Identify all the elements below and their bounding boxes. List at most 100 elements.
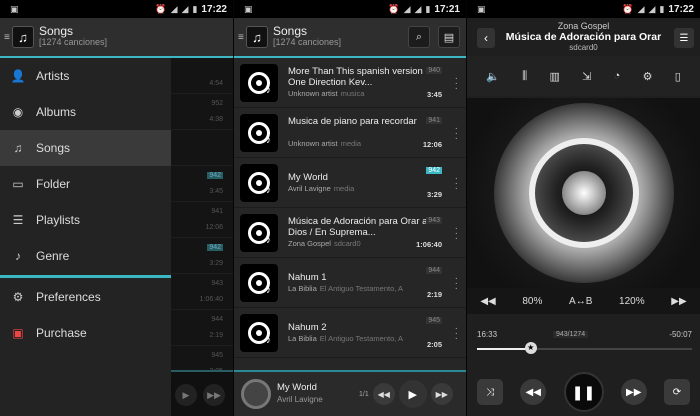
previous-icon: ◀◀ (377, 389, 390, 399)
song-row[interactable]: ♪ Nahum 2 La Biblia El Antiguo Testamento, … (234, 308, 466, 358)
drawer-item-artists[interactable]: 👤 Artists (0, 58, 171, 94)
song-duration: 3:45 (426, 90, 442, 99)
play-button[interactable]: ▶ (398, 380, 427, 408)
song-duration: 2:05 (426, 340, 442, 349)
volume-icon[interactable]: 🔈 (486, 70, 500, 83)
list-view-icon: ▤ (443, 31, 455, 44)
wifi-icon: ◢ (170, 3, 178, 14)
note-icon: ♪ (266, 184, 271, 196)
previous-icon: ◀◀ (525, 386, 541, 398)
pause-button[interactable]: ❚❚ (563, 372, 604, 412)
song-artist: Unknown artist (288, 89, 338, 98)
drawer-item-albums[interactable]: ◉ Albums (0, 94, 171, 130)
next-icon: ▶▶ (626, 386, 642, 398)
shuffle-button[interactable]: ⤨ (477, 379, 503, 405)
playback-options: ◀◀ 80% A↔B 120% ▶▶ (467, 288, 700, 314)
song-title: My World (288, 171, 328, 183)
search-button[interactable]: ⌕ (408, 26, 430, 48)
background-row: 952 4:38 (171, 94, 233, 130)
more-vert-icon[interactable]: · · · (455, 124, 458, 144)
cover-art: ♪ (240, 313, 278, 352)
battery-icon: ▮ (425, 3, 431, 14)
battery-icon: ▮ (192, 3, 198, 14)
back-button[interactable]: ‹ (477, 28, 495, 48)
album-art[interactable] (241, 379, 271, 409)
player-panel: ▣ ⏰ ◢ ◢ ▮ 17:22 ‹ Zona Gospel Música de … (467, 0, 700, 416)
menu-button[interactable]: ☰ (674, 28, 694, 48)
menu-icon: ☰ (679, 32, 689, 44)
mini-title: My World (277, 382, 317, 393)
previous-button[interactable]: ◀◀ (520, 379, 547, 405)
timer-icon[interactable]: ◔ (614, 70, 621, 82)
note-icon: ♪ (266, 84, 271, 96)
more-vert-icon[interactable]: · · · (455, 224, 458, 244)
player-toolbar: 🔈 ⫼ ▥ ⇲ ◔ ⚙ ▯ (467, 56, 700, 96)
equalizer-icon[interactable]: ⫼ (522, 70, 527, 83)
alarm-icon: ⏰ (388, 3, 400, 14)
fast-forward-icon[interactable]: ▶▶ (671, 296, 686, 307)
settings-icon[interactable]: ⚙ (643, 70, 653, 83)
visualizer-icon[interactable]: ▥ (549, 70, 559, 83)
queue-count: 1/1 (359, 390, 369, 398)
background-row: 942 3:45 (171, 166, 233, 202)
signal-icon: ◢ (414, 3, 422, 14)
pause-icon: ❚❚ (571, 383, 596, 400)
drawer-item-folder[interactable]: ▭ Folder (0, 166, 171, 202)
alarm-icon: ⏰ (155, 3, 167, 14)
song-row[interactable]: ♪ Música de Adoración para Orar a Dios / … (234, 208, 466, 258)
track-position: 943/1274 (553, 331, 589, 338)
remaining-time: -50:07 (669, 330, 692, 339)
drawer-item-genre[interactable]: ♪ Genre (0, 238, 171, 274)
seek-thumb[interactable]: ★ (524, 342, 537, 354)
rewind-icon[interactable]: ◀◀ (480, 296, 495, 307)
repeat-button[interactable]: ⟳ (664, 379, 690, 405)
status-bar: ▣ ⏰ ◢ ◢ ▮ 17:21 (234, 0, 466, 18)
more-vert-icon[interactable]: · · · (455, 74, 458, 94)
player-artist: Zona Gospel (557, 21, 610, 31)
speaker-visual (467, 98, 700, 288)
next-button[interactable]: ▶▶ (430, 383, 453, 405)
song-album: musica (340, 89, 365, 98)
more-vert-icon[interactable]: · · · (455, 274, 458, 294)
mini-player[interactable]: My World Avril Lavigne 1/1 ◀◀ ▶ ▶▶ (234, 370, 466, 416)
music-note-icon[interactable]: ♫ (12, 26, 34, 48)
more-vert-icon[interactable]: · · · (455, 324, 458, 344)
song-row[interactable]: ♪ More Than This spanish version - One Di… (234, 58, 466, 108)
player-title: Música de Adoración para Orar (505, 31, 662, 43)
background-mini-player: ▶ ▶▶ (171, 370, 233, 416)
song-row[interactable]: ♪ Nahum 1 La Biblia El Antiguo Testamento, … (234, 258, 466, 308)
page-title: Songs [1274 canciones] (273, 24, 342, 47)
song-title: Musica de piano para recordar (288, 116, 417, 127)
note-icon: ♪ (266, 234, 271, 246)
speed-value[interactable]: 80% (522, 296, 542, 307)
drawer-item-preferences[interactable]: ⚙ Preferences (0, 279, 171, 315)
image-icon: ▣ (10, 3, 19, 14)
drawer-item-purchase[interactable]: ▣ Purchase (0, 315, 171, 351)
ab-repeat[interactable]: A↔B (569, 296, 592, 307)
pitch-value[interactable]: 120% (619, 296, 645, 307)
drawer-item-playlists[interactable]: ☰ Playlists (0, 202, 171, 238)
bookmark-icon[interactable]: ▯ (675, 70, 681, 83)
track-number: 945 (426, 317, 442, 324)
cover-art: ♪ (240, 63, 278, 102)
song-duration: 12:06 (422, 140, 442, 149)
song-album: El Antiguo Testamento, A (319, 283, 404, 293)
cast-icon[interactable]: ⇲ (582, 70, 591, 83)
view-mode-button[interactable]: ▤ (438, 26, 460, 48)
drawer-item-songs[interactable]: ♫ Songs (0, 130, 171, 166)
song-row[interactable]: ♪ My World Avril Lavigne media 942 3:29 · · · (234, 158, 466, 208)
song-row[interactable]: ♪ Musica de piano para recordar Unknown ar… (234, 108, 466, 158)
previous-button[interactable]: ◀◀ (372, 383, 395, 405)
hamburger-icon[interactable]: ≡ (238, 32, 244, 43)
hamburger-icon[interactable]: ≡ (4, 32, 10, 43)
cover-art: ♪ (240, 163, 278, 202)
seek-bar[interactable]: 16:33 943/1274 -50:07 ★ (467, 326, 700, 354)
background-song-list: 4:54 952 4:38 942 3:45 941 12:06 942 3:29 943 1:06… (171, 58, 233, 416)
cover-art: ♪ (240, 213, 278, 252)
signal-icon: ◢ (181, 3, 189, 14)
status-bar: ▣ ⏰ ◢ ◢ ▮ 17:22 (467, 0, 700, 18)
songs-panel: ▣ ⏰ ◢ ◢ ▮ 17:21 ≡ ♫ Songs [1274 cancione… (234, 0, 466, 416)
more-vert-icon[interactable]: · · · (455, 174, 458, 194)
music-note-icon[interactable]: ♫ (246, 26, 268, 48)
next-button[interactable]: ▶▶ (620, 379, 647, 405)
